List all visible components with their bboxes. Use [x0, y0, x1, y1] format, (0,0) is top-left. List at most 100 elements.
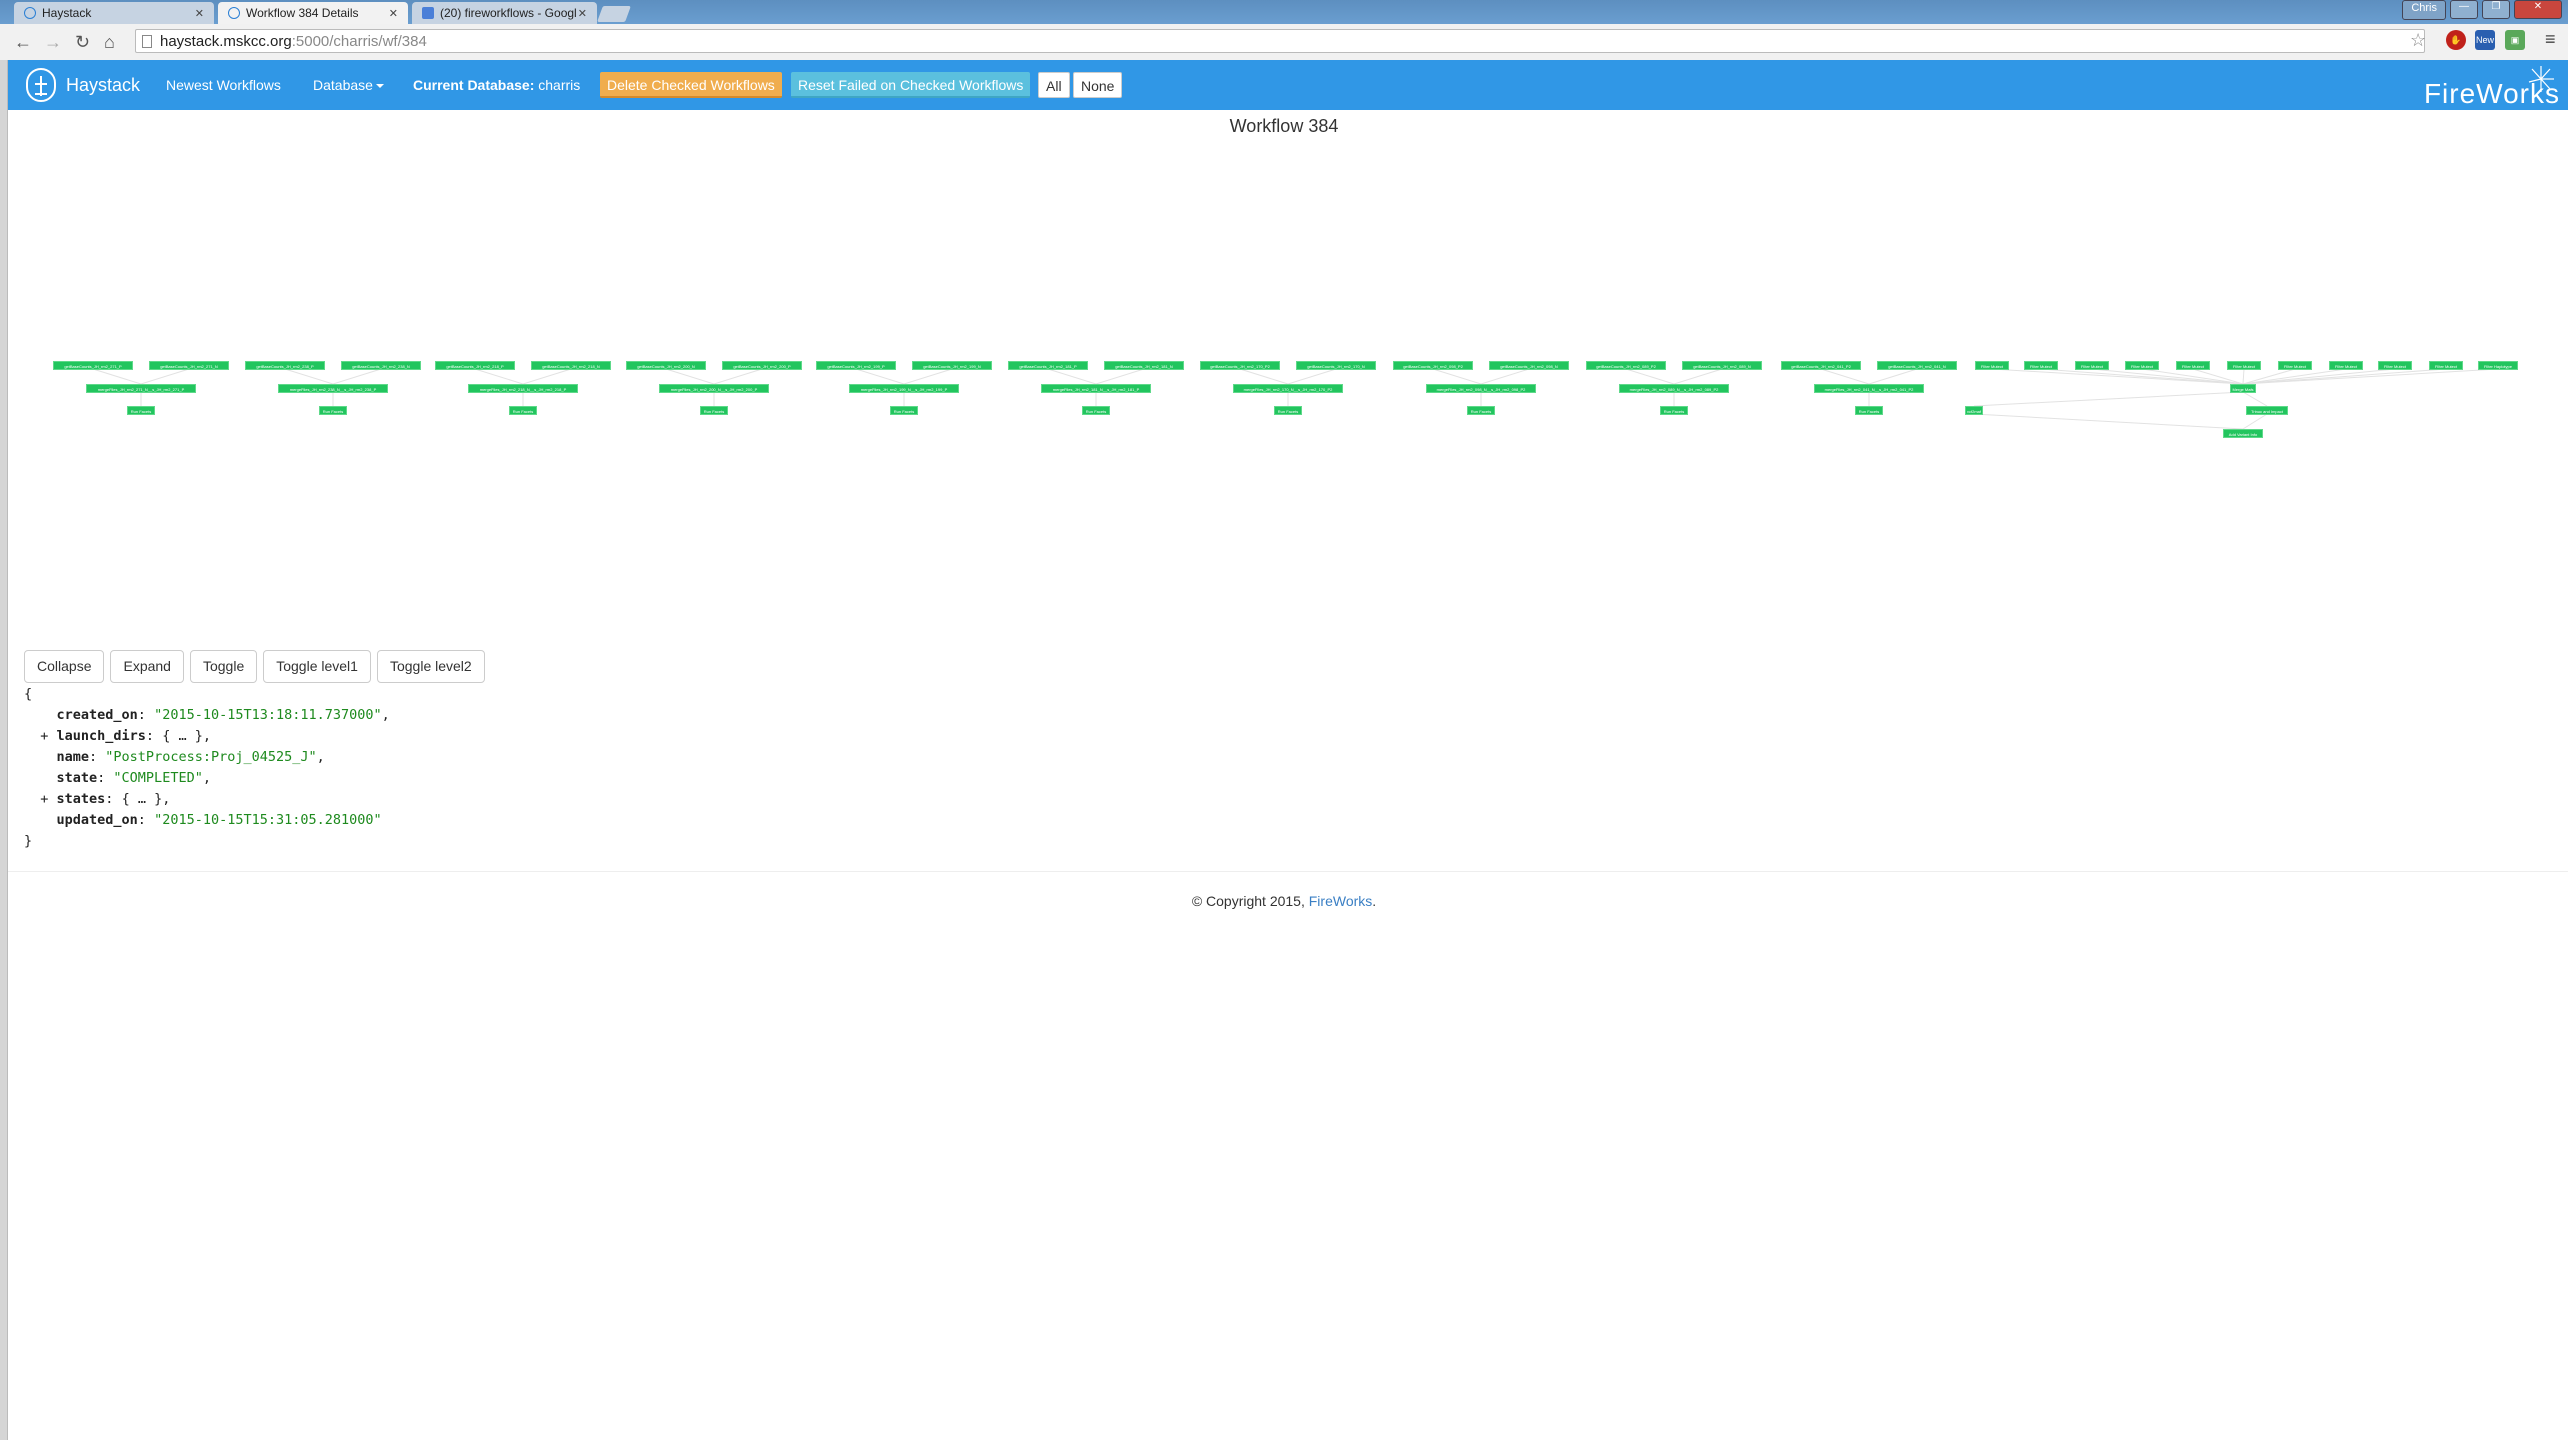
- fw-node-filter-mutect[interactable]: Filter Mutect: [2429, 361, 2463, 370]
- fw-node-get-base-counts[interactable]: getBaseCounts_JH_rm2_199_P: [816, 361, 896, 370]
- expand-button[interactable]: Expand: [110, 650, 184, 683]
- graph-edge: [1625, 368, 1675, 385]
- toggle-level1-button[interactable]: Toggle level1: [263, 650, 371, 683]
- fw-node-get-base-counts[interactable]: getBaseCounts_JH_rm2_170_N: [1296, 361, 1376, 370]
- new-tab-button[interactable]: [597, 6, 631, 22]
- tab-fireworkflows[interactable]: (20) fireworkflows - Googl ✕: [412, 2, 597, 24]
- fw-node-get-base-counts[interactable]: getBaseCounts_JH_rm2_200_P: [722, 361, 802, 370]
- fw-node-run-facets[interactable]: Run Facets: [127, 406, 155, 415]
- fw-node-add-variant-info[interactable]: Add Variant Info: [2223, 429, 2263, 438]
- restore-button[interactable]: ❐: [2482, 0, 2510, 19]
- fw-node-get-base-counts[interactable]: getBaseCounts_JH_rm2_200_N: [626, 361, 706, 370]
- collapse-button[interactable]: Collapse: [24, 650, 105, 683]
- fw-node-get-base-counts[interactable]: getBaseCounts_JH_rm2_041_N: [1877, 361, 1957, 370]
- toggle-button[interactable]: Toggle: [189, 650, 258, 683]
- fw-node-run-facets[interactable]: Run Facets: [319, 406, 347, 415]
- adblock-icon[interactable]: ✋: [2446, 30, 2466, 50]
- reload-icon[interactable]: ↻: [75, 32, 90, 53]
- select-none-button[interactable]: None: [1073, 72, 1123, 98]
- tab-close-icon[interactable]: ✕: [195, 7, 204, 20]
- expand-toggle-icon[interactable]: +: [24, 728, 57, 744]
- fw-node-vcf2maf[interactable]: vcf2maf: [1965, 406, 1983, 415]
- json-row-launch-dirs[interactable]: + launch_dirs: { … },: [24, 726, 390, 747]
- fw-node-run-facets[interactable]: Run Facets: [1274, 406, 1302, 415]
- fw-node-merge-files[interactable]: mergeFiles_JH_rm2_199_N__s_JH_rm2_199_P: [849, 384, 959, 393]
- minimize-button[interactable]: —: [2450, 0, 2478, 19]
- address-bar[interactable]: haystack.mskcc.org:5000/charris/wf/384: [135, 29, 2425, 53]
- fw-node-filter-mutect[interactable]: Filter Mutect: [2278, 361, 2312, 370]
- tab-close-icon[interactable]: ✕: [389, 7, 398, 20]
- fireworks-link[interactable]: FireWorks: [1309, 893, 1373, 909]
- fw-node-get-base-counts[interactable]: getBaseCounts_JH_rm2_041_P2: [1781, 361, 1861, 370]
- json-value: "2015-10-15T15:31:05.281000": [154, 812, 382, 828]
- fw-node-get-base-counts[interactable]: getBaseCounts_JH_rm2_271_P: [53, 361, 133, 370]
- fw-node-filter-mutect[interactable]: Filter Mutect: [2125, 361, 2159, 370]
- fw-node-get-base-counts[interactable]: getBaseCounts_JH_rm2_098_P2: [1393, 361, 1473, 370]
- tab-workflow-details[interactable]: Workflow 384 Details ✕: [218, 2, 408, 24]
- delete-checked-button[interactable]: Delete Checked Workflows: [600, 72, 782, 98]
- fw-node-run-facets[interactable]: Run Facets: [890, 406, 918, 415]
- fw-node-get-base-counts[interactable]: getBaseCounts_JH_rm2_181_N: [1104, 361, 1184, 370]
- fw-node-merge-files[interactable]: mergeFiles_JH_rm2_200_N__s_JH_rm2_200_P: [659, 384, 769, 393]
- fw-node-filter-mutect[interactable]: Filter Mutect: [2176, 361, 2210, 370]
- fw-node-get-base-counts[interactable]: getBaseCounts_JH_rm2_271_N: [149, 361, 229, 370]
- tab-close-icon[interactable]: ✕: [578, 7, 587, 20]
- json-row-created-on: created_on: "2015-10-15T13:18:11.737000"…: [24, 705, 390, 726]
- json-comma: ,: [202, 728, 211, 744]
- fw-node-run-facets[interactable]: Run Facets: [1082, 406, 1110, 415]
- fw-node-run-facets[interactable]: Run Facets: [1467, 406, 1495, 415]
- toggle-level2-button[interactable]: Toggle level2: [376, 650, 485, 683]
- fw-node-filter-mutect[interactable]: Filter Mutect: [1975, 361, 2009, 370]
- fw-node-run-facets[interactable]: Run Facets: [700, 406, 728, 415]
- reset-failed-button[interactable]: Reset Failed on Checked Workflows: [791, 72, 1031, 98]
- fw-node-merge-files[interactable]: mergeFiles_JH_rm2_181_N__s_JH_rm2_181_P: [1041, 384, 1151, 393]
- brand-link[interactable]: Haystack: [26, 68, 140, 102]
- fw-node-merge-files[interactable]: mergeFiles_JH_rm2_098_N__s_JH_rm2_098_P2: [1426, 384, 1536, 393]
- fw-node-merge-files[interactable]: mergeFiles_JH_rm2_271_N__s_JH_rm2_271_P: [86, 384, 196, 393]
- graph-edge: [92, 368, 142, 385]
- fw-node-merge-files[interactable]: mergeFiles_JH_rm2_170_N__s_JH_rm2_170_P2: [1233, 384, 1343, 393]
- fw-node-get-base-counts[interactable]: getBaseCounts_JH_rm2_199_N: [912, 361, 992, 370]
- forward-icon[interactable]: →: [44, 32, 62, 53]
- fw-node-run-facets[interactable]: Run Facets: [1855, 406, 1883, 415]
- json-row-states[interactable]: + states: { … },: [24, 789, 390, 810]
- fw-node-filter-mutect[interactable]: Filter Mutect: [2378, 361, 2412, 370]
- home-icon[interactable]: ⌂: [104, 32, 115, 53]
- fw-node-filter-mutect[interactable]: Filter Mutect: [2024, 361, 2058, 370]
- fw-node-get-base-counts[interactable]: getBaseCounts_JH_rm2_238_P: [245, 361, 325, 370]
- fw-node-trinuc-impact[interactable]: Trinuc and Impact: [2246, 406, 2288, 415]
- fw-node-filter-haplotype[interactable]: Filter Haplotype: [2478, 361, 2518, 370]
- back-icon[interactable]: ←: [14, 32, 32, 53]
- fw-node-merge-files[interactable]: mergeFiles_JH_rm2_218_N__s_JH_rm2_218_P: [468, 384, 578, 393]
- nav-database-dropdown[interactable]: Database: [313, 77, 384, 93]
- fw-node-get-base-counts[interactable]: getBaseCounts_JH_rm2_238_N: [341, 361, 421, 370]
- fw-node-get-base-counts[interactable]: getBaseCounts_JH_rm2_089_N: [1682, 361, 1762, 370]
- profile-button[interactable]: Chris: [2402, 0, 2446, 20]
- remote-desktop-icon[interactable]: ▣: [2505, 30, 2525, 50]
- fw-node-get-base-counts[interactable]: getBaseCounts_JH_rm2_089_P2: [1586, 361, 1666, 370]
- bookmark-star-icon[interactable]: ☆: [2410, 30, 2426, 51]
- fw-node-merge-mafs[interactable]: Merge Mafs: [2230, 384, 2256, 393]
- extension-new-icon[interactable]: New: [2475, 30, 2495, 50]
- fw-node-merge-files[interactable]: mergeFiles_JH_rm2_089_N__s_JH_rm2_089_P2: [1619, 384, 1729, 393]
- expand-toggle-icon[interactable]: +: [24, 791, 57, 807]
- page-icon: [142, 35, 152, 48]
- fw-node-get-base-counts[interactable]: getBaseCounts_JH_rm2_170_P2: [1200, 361, 1280, 370]
- close-window-button[interactable]: ✕: [2514, 0, 2562, 19]
- select-all-button[interactable]: All: [1038, 72, 1070, 98]
- chrome-menu-icon[interactable]: ≡: [2545, 29, 2556, 50]
- fw-node-filter-mutect[interactable]: Filter Mutect: [2329, 361, 2363, 370]
- tab-title: (20) fireworkflows - Googl: [440, 6, 577, 20]
- nav-newest-workflows[interactable]: Newest Workflows: [166, 77, 281, 93]
- fw-node-get-base-counts[interactable]: getBaseCounts_JH_rm2_098_N: [1489, 361, 1569, 370]
- fw-node-get-base-counts[interactable]: getBaseCounts_JH_rm2_218_N: [531, 361, 611, 370]
- fw-node-filter-mutect[interactable]: Filter Mutect: [2075, 361, 2109, 370]
- fw-node-run-facets[interactable]: Run Facets: [1660, 406, 1688, 415]
- fw-node-get-base-counts[interactable]: getBaseCounts_JH_rm2_218_P: [435, 361, 515, 370]
- fw-node-get-base-counts[interactable]: getBaseCounts_JH_rm2_181_P: [1008, 361, 1088, 370]
- fw-node-merge-files[interactable]: mergeFiles_JH_rm2_041_N__s_JH_rm2_041_P2: [1814, 384, 1924, 393]
- fw-node-filter-mutect[interactable]: Filter Mutect: [2227, 361, 2261, 370]
- tab-haystack[interactable]: Haystack ✕: [14, 2, 214, 24]
- fw-node-merge-files[interactable]: mergeFiles_JH_rm2_238_N__s_JH_rm2_238_P: [278, 384, 388, 393]
- fw-node-run-facets[interactable]: Run Facets: [509, 406, 537, 415]
